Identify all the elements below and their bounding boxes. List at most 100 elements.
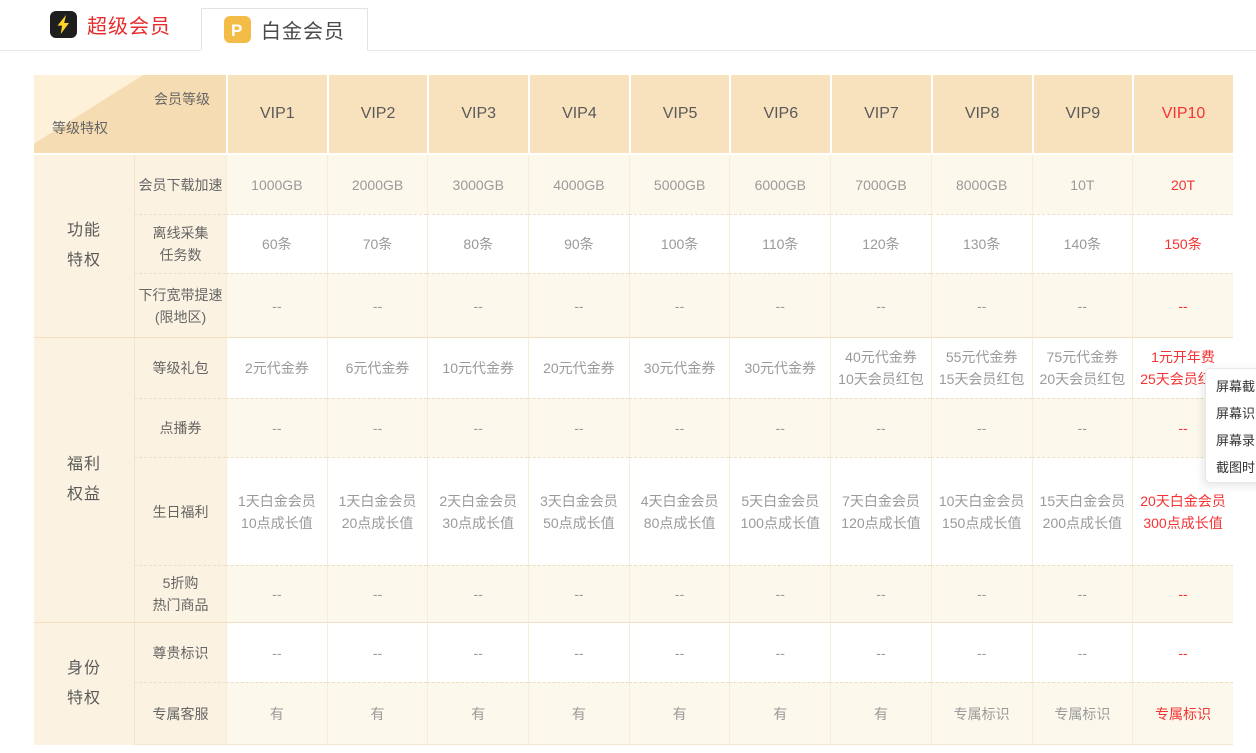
privilege-value-cell: 1000GB bbox=[226, 155, 327, 214]
privilege-name-cell: 下行宽带提速 (限地区) bbox=[134, 273, 226, 337]
privilege-value-cell: 有 bbox=[830, 682, 931, 745]
privilege-value-cell: -- bbox=[830, 565, 931, 622]
privilege-value-cell: 有 bbox=[327, 682, 428, 745]
privilege-value-cell: 90条 bbox=[528, 214, 629, 273]
privilege-value-cell: 有 bbox=[528, 682, 629, 745]
privilege-value-cell: 专属标识 bbox=[1132, 682, 1233, 745]
privilege-value-cell: 1天白金会员 10点成长值 bbox=[226, 457, 327, 565]
vip-privilege-table: 会员等级等级特权VIP1VIP2VIP3VIP4VIP5VIP6VIP7VIP8… bbox=[34, 75, 1233, 745]
privilege-value-cell: -- bbox=[830, 273, 931, 337]
privilege-value-cell: 5000GB bbox=[629, 155, 730, 214]
vip-level-header: VIP2 bbox=[327, 75, 428, 155]
privilege-value-cell: 150条 bbox=[1132, 214, 1233, 273]
privilege-value-cell: -- bbox=[931, 273, 1032, 337]
menu-item-screen-capture[interactable]: 屏幕截 bbox=[1206, 373, 1256, 400]
privilege-group-label: 福利 权益 bbox=[34, 337, 134, 622]
context-menu: 屏幕截 屏幕识 屏幕录 截图时 bbox=[1205, 368, 1256, 483]
menu-item-screen-recognize[interactable]: 屏幕识 bbox=[1206, 400, 1256, 427]
privilege-value-cell: -- bbox=[931, 622, 1032, 682]
privilege-value-cell: -- bbox=[931, 565, 1032, 622]
privilege-value-cell: 有 bbox=[226, 682, 327, 745]
vip-level-header: VIP8 bbox=[931, 75, 1032, 155]
privilege-value-cell: -- bbox=[427, 622, 528, 682]
privilege-value-cell: -- bbox=[729, 273, 830, 337]
privilege-value-cell: 4天白金会员 80点成长值 bbox=[629, 457, 730, 565]
privilege-value-cell: -- bbox=[226, 273, 327, 337]
privilege-value-cell: -- bbox=[629, 398, 730, 457]
privilege-name-cell: 5折购 热门商品 bbox=[134, 565, 226, 622]
privilege-value-cell: 10天白金会员 150点成长值 bbox=[931, 457, 1032, 565]
privilege-value-cell: -- bbox=[226, 622, 327, 682]
tab-super-member[interactable]: 超级会员 bbox=[50, 10, 201, 50]
privilege-value-cell: 70条 bbox=[327, 214, 428, 273]
menu-item-screenshot-option[interactable]: 截图时 bbox=[1206, 454, 1256, 481]
privilege-value-cell: 40元代金券 10天会员红包 bbox=[830, 337, 931, 398]
privilege-name-cell: 会员下载加速 bbox=[134, 155, 226, 214]
super-member-icon bbox=[50, 11, 77, 38]
privilege-value-cell: -- bbox=[830, 398, 931, 457]
privilege-value-cell: 6000GB bbox=[729, 155, 830, 214]
privilege-value-cell: -- bbox=[1032, 398, 1133, 457]
privilege-value-cell: 有 bbox=[729, 682, 830, 745]
privilege-value-cell: -- bbox=[1032, 273, 1133, 337]
privilege-value-cell: -- bbox=[427, 565, 528, 622]
tab-super-member-label: 超级会员 bbox=[87, 10, 171, 39]
privilege-name-cell: 专属客服 bbox=[134, 682, 226, 745]
svg-text:P: P bbox=[231, 21, 242, 40]
privilege-value-cell: 140条 bbox=[1032, 214, 1133, 273]
privilege-value-cell: 80条 bbox=[427, 214, 528, 273]
privilege-value-cell: 3天白金会员 50点成长值 bbox=[528, 457, 629, 565]
privilege-value-cell: 4000GB bbox=[528, 155, 629, 214]
privilege-value-cell: 110条 bbox=[729, 214, 830, 273]
privilege-value-cell: 专属标识 bbox=[931, 682, 1032, 745]
privilege-group-label: 身份 特权 bbox=[34, 622, 134, 745]
vip-level-header: VIP7 bbox=[830, 75, 931, 155]
vip-level-header: VIP10 bbox=[1132, 75, 1233, 155]
privilege-value-cell: 3000GB bbox=[427, 155, 528, 214]
privilege-value-cell: -- bbox=[1032, 565, 1133, 622]
privilege-value-cell: -- bbox=[226, 565, 327, 622]
privilege-value-cell: 1天白金会员 20点成长值 bbox=[327, 457, 428, 565]
privilege-value-cell: -- bbox=[1032, 622, 1133, 682]
privilege-value-cell: -- bbox=[427, 398, 528, 457]
privilege-value-cell: -- bbox=[528, 398, 629, 457]
privilege-value-cell: -- bbox=[528, 273, 629, 337]
vip-level-header: VIP5 bbox=[629, 75, 730, 155]
privilege-value-cell: 60条 bbox=[226, 214, 327, 273]
tab-platinum-member[interactable]: P 白金会员 bbox=[201, 8, 368, 51]
privilege-value-cell: -- bbox=[1132, 273, 1233, 337]
privilege-value-cell: 75元代金券 20天会员红包 bbox=[1032, 337, 1133, 398]
privilege-value-cell: -- bbox=[327, 398, 428, 457]
privilege-value-cell: 5天白金会员 100点成长值 bbox=[729, 457, 830, 565]
tab-platinum-member-label: 白金会员 bbox=[261, 15, 345, 44]
privilege-value-cell: 120条 bbox=[830, 214, 931, 273]
privilege-group-label: 功能 特权 bbox=[34, 155, 134, 337]
privilege-value-cell: 20元代金券 bbox=[528, 337, 629, 398]
privilege-value-cell: 2元代金券 bbox=[226, 337, 327, 398]
privilege-value-cell: 15天白金会员 200点成长值 bbox=[1032, 457, 1133, 565]
privilege-value-cell: -- bbox=[226, 398, 327, 457]
privilege-value-cell: 30元代金券 bbox=[629, 337, 730, 398]
privilege-value-cell: 8000GB bbox=[931, 155, 1032, 214]
privilege-value-cell: -- bbox=[629, 622, 730, 682]
vip-level-header: VIP1 bbox=[226, 75, 327, 155]
privilege-value-cell: 7000GB bbox=[830, 155, 931, 214]
privilege-value-cell: 2天白金会员 30点成长值 bbox=[427, 457, 528, 565]
privilege-value-cell: -- bbox=[528, 622, 629, 682]
vip-level-header: VIP6 bbox=[729, 75, 830, 155]
privilege-value-cell: -- bbox=[327, 565, 428, 622]
privilege-value-cell: 2000GB bbox=[327, 155, 428, 214]
corner-label-level-privilege: 等级特权 bbox=[52, 118, 108, 138]
privilege-name-cell: 尊贵标识 bbox=[134, 622, 226, 682]
privilege-value-cell: -- bbox=[427, 273, 528, 337]
platinum-member-icon: P bbox=[224, 16, 251, 43]
vip-level-header: VIP9 bbox=[1032, 75, 1133, 155]
menu-item-screen-record[interactable]: 屏幕录 bbox=[1206, 427, 1256, 454]
privilege-value-cell: 10T bbox=[1032, 155, 1133, 214]
privilege-value-cell: -- bbox=[729, 622, 830, 682]
privilege-value-cell: 55元代金券 15天会员红包 bbox=[931, 337, 1032, 398]
vip-level-header: VIP3 bbox=[427, 75, 528, 155]
privilege-value-cell: 有 bbox=[629, 682, 730, 745]
privilege-value-cell: 20T bbox=[1132, 155, 1233, 214]
privilege-name-cell: 点播券 bbox=[134, 398, 226, 457]
